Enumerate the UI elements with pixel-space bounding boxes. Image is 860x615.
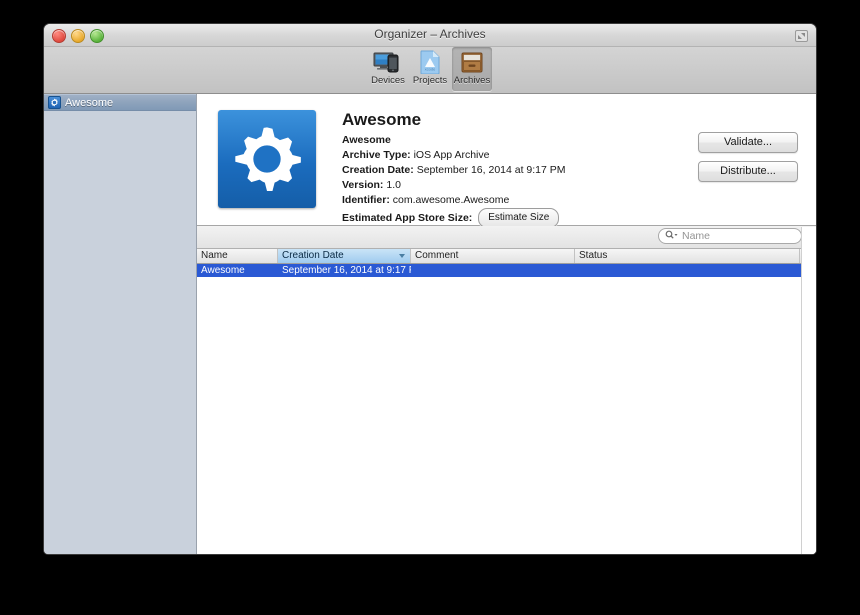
toolbar-label-projects: Projects — [412, 75, 448, 86]
projects-icon: xcode — [414, 50, 446, 74]
column-header-comment[interactable]: Comment — [411, 249, 575, 263]
fullscreen-icon[interactable] — [795, 29, 808, 42]
title-bar: Organizer – Archives — [44, 24, 816, 47]
table-header: Name Creation Date Comment Status — [197, 249, 816, 264]
detail-row-name: Awesome — [342, 133, 566, 148]
organizer-window: Organizer – Archives Devices xcode Proje… — [44, 24, 816, 554]
cell-comment — [411, 264, 575, 277]
screen: Organizer – Archives Devices xcode Proje… — [0, 0, 860, 615]
search-bar: Name — [197, 226, 816, 249]
estimate-size-button[interactable]: Estimate Size — [478, 208, 560, 228]
distribute-button[interactable]: Distribute... — [698, 161, 798, 182]
detail-row-version: Version: 1.0 — [342, 178, 566, 193]
detail-row-estimated-size: Estimated App Store Size: Estimate Size — [342, 208, 566, 228]
archives-icon — [456, 50, 488, 74]
svg-text:xcode: xcode — [425, 67, 436, 72]
window-body: Awesome Awesome Awesome Archive Type: iO… — [44, 94, 816, 554]
detail-label-identifier: Identifier: — [342, 194, 390, 206]
detail-info: Awesome Awesome Archive Type: iOS App Ar… — [342, 110, 566, 228]
detail-label-creation-date: Creation Date: — [342, 164, 414, 176]
detail-label-estimated-size: Estimated App Store Size: — [342, 211, 473, 224]
column-header-status[interactable]: Status — [575, 249, 800, 263]
sidebar-item-label: Awesome — [65, 96, 114, 109]
table-row[interactable]: Awesome September 16, 2014 at 9:17 PM — [197, 264, 816, 277]
sort-descending-icon — [399, 254, 405, 258]
search-input[interactable]: Name — [658, 228, 802, 244]
toolbar-item-projects[interactable]: xcode Projects — [410, 47, 450, 91]
detail-row-identifier: Identifier: com.awesome.Awesome — [342, 193, 566, 208]
toolbar-item-archives[interactable]: Archives — [452, 47, 492, 91]
detail-label-name: Awesome — [342, 134, 391, 146]
detail-value-creation-date: September 16, 2014 at 9:17 PM — [416, 164, 566, 176]
toolbar: Devices xcode Projects Archives — [44, 47, 816, 94]
gear-icon — [48, 96, 61, 109]
detail-label-archive-type: Archive Type: — [342, 149, 411, 161]
detail-value-identifier: com.awesome.Awesome — [392, 194, 510, 206]
window-title: Organizer – Archives — [374, 27, 486, 41]
toolbar-label-devices: Devices — [371, 75, 405, 86]
cell-status — [575, 264, 800, 277]
devices-icon — [372, 50, 404, 74]
detail-label-version: Version: — [342, 179, 384, 191]
column-header-creation-date[interactable]: Creation Date — [278, 249, 411, 263]
column-header-name[interactable]: Name — [197, 249, 278, 263]
detail-actions: Validate... Distribute... — [698, 132, 798, 182]
toolbar-label-archives: Archives — [453, 75, 491, 86]
validate-button[interactable]: Validate... — [698, 132, 798, 153]
column-header-status-label: Status — [579, 250, 608, 261]
sidebar-item-awesome[interactable]: Awesome — [44, 94, 196, 111]
detail-value-archive-type: iOS App Archive — [413, 149, 490, 161]
detail-title: Awesome — [342, 110, 422, 129]
gear-app-icon — [218, 110, 316, 208]
detail-value-version: 1.0 — [386, 179, 401, 191]
vertical-scrollbar[interactable] — [801, 227, 816, 554]
search-placeholder: Name — [682, 230, 711, 242]
cell-name: Awesome — [201, 265, 245, 276]
column-header-comment-label: Comment — [415, 250, 459, 261]
search-icon[interactable] — [665, 227, 678, 245]
table-body: Awesome September 16, 2014 at 9:17 PM — [197, 264, 816, 554]
archive-detail-pane: Awesome Awesome Archive Type: iOS App Ar… — [197, 94, 816, 228]
column-header-creation-date-label: Creation Date — [282, 250, 344, 261]
cell-creation-date: September 16, 2014 at 9:17 PM — [282, 265, 411, 276]
detail-row-archive-type: Archive Type: iOS App Archive — [342, 148, 566, 163]
content-area: Awesome Awesome Archive Type: iOS App Ar… — [197, 94, 816, 554]
column-header-name-label: Name — [201, 250, 228, 261]
toolbar-item-devices[interactable]: Devices — [368, 47, 408, 91]
detail-row-creation-date: Creation Date: September 16, 2014 at 9:1… — [342, 163, 566, 178]
sidebar: Awesome — [44, 94, 197, 554]
